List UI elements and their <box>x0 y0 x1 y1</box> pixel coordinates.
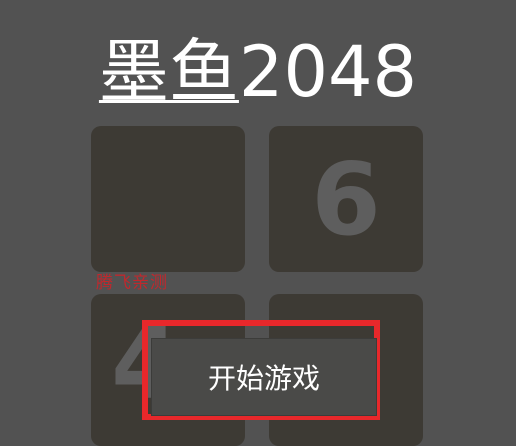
game-screen: 墨鱼2048 6 4 腾飞亲测 开始游戏 <box>0 0 516 446</box>
watermark-text: 腾飞亲测 <box>96 273 168 293</box>
tile-value: 6 <box>311 140 381 258</box>
start-game-button[interactable]: 开始游戏 <box>152 339 376 415</box>
title-brand: 墨鱼 <box>98 31 239 113</box>
title-number: 2048 <box>238 31 418 113</box>
game-title: 墨鱼2048 <box>0 30 516 114</box>
tile-top-left <box>91 126 245 272</box>
tile-top-right: 6 <box>269 126 423 272</box>
